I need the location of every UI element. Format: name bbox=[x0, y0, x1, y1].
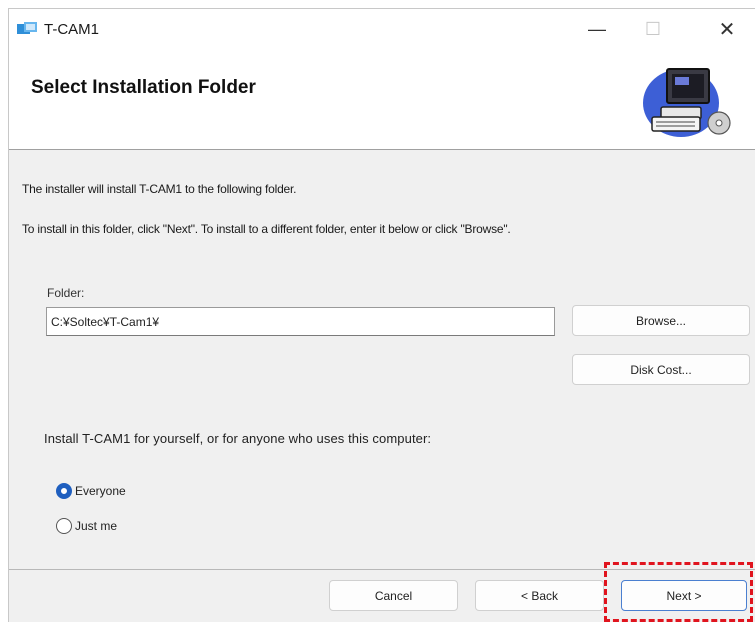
cancel-button[interactable]: Cancel bbox=[329, 580, 458, 611]
radio-label-just-me: Just me bbox=[75, 519, 118, 533]
radio-option-everyone[interactable]: Everyone bbox=[56, 483, 126, 499]
back-button[interactable]: < Back bbox=[475, 580, 604, 611]
minimize-button[interactable]: — bbox=[569, 9, 625, 49]
computer-cd-icon bbox=[643, 68, 731, 137]
radio-label-everyone: Everyone bbox=[75, 484, 126, 498]
installer-window: T-CAM1 — ☐ ✕ Select Installation Folder … bbox=[8, 8, 755, 622]
folder-path-input[interactable] bbox=[46, 307, 555, 336]
folder-label: Folder: bbox=[47, 286, 85, 300]
intro-text: The installer will install T-CAM1 to the… bbox=[22, 182, 297, 196]
radio-selected-icon[interactable] bbox=[56, 483, 72, 499]
radio-option-just-me[interactable]: Just me bbox=[56, 518, 117, 534]
close-icon: ✕ bbox=[718, 18, 736, 41]
window-title: T-CAM1 bbox=[44, 21, 100, 38]
minimize-icon: — bbox=[588, 18, 606, 39]
maximize-button[interactable]: ☐ bbox=[625, 9, 681, 49]
dialog-header: Select Installation Folder bbox=[9, 49, 755, 150]
page-title: Select Installation Folder bbox=[31, 77, 256, 98]
close-button[interactable]: ✕ bbox=[699, 9, 755, 49]
footer-divider bbox=[9, 569, 755, 570]
disk-cost-button[interactable]: Disk Cost... bbox=[572, 354, 750, 385]
radio-unselected-icon[interactable] bbox=[56, 518, 72, 534]
maximize-icon: ☐ bbox=[644, 18, 662, 39]
browse-button[interactable]: Browse... bbox=[572, 305, 750, 336]
install-for-prompt: Install T-CAM1 for yourself, or for anyo… bbox=[44, 431, 432, 446]
next-button[interactable]: Next > bbox=[621, 580, 747, 611]
title-bar: T-CAM1 — ☐ ✕ bbox=[9, 9, 755, 49]
installer-app-icon bbox=[17, 22, 37, 34]
instructions-text: To install in this folder, click "Next".… bbox=[22, 222, 511, 236]
